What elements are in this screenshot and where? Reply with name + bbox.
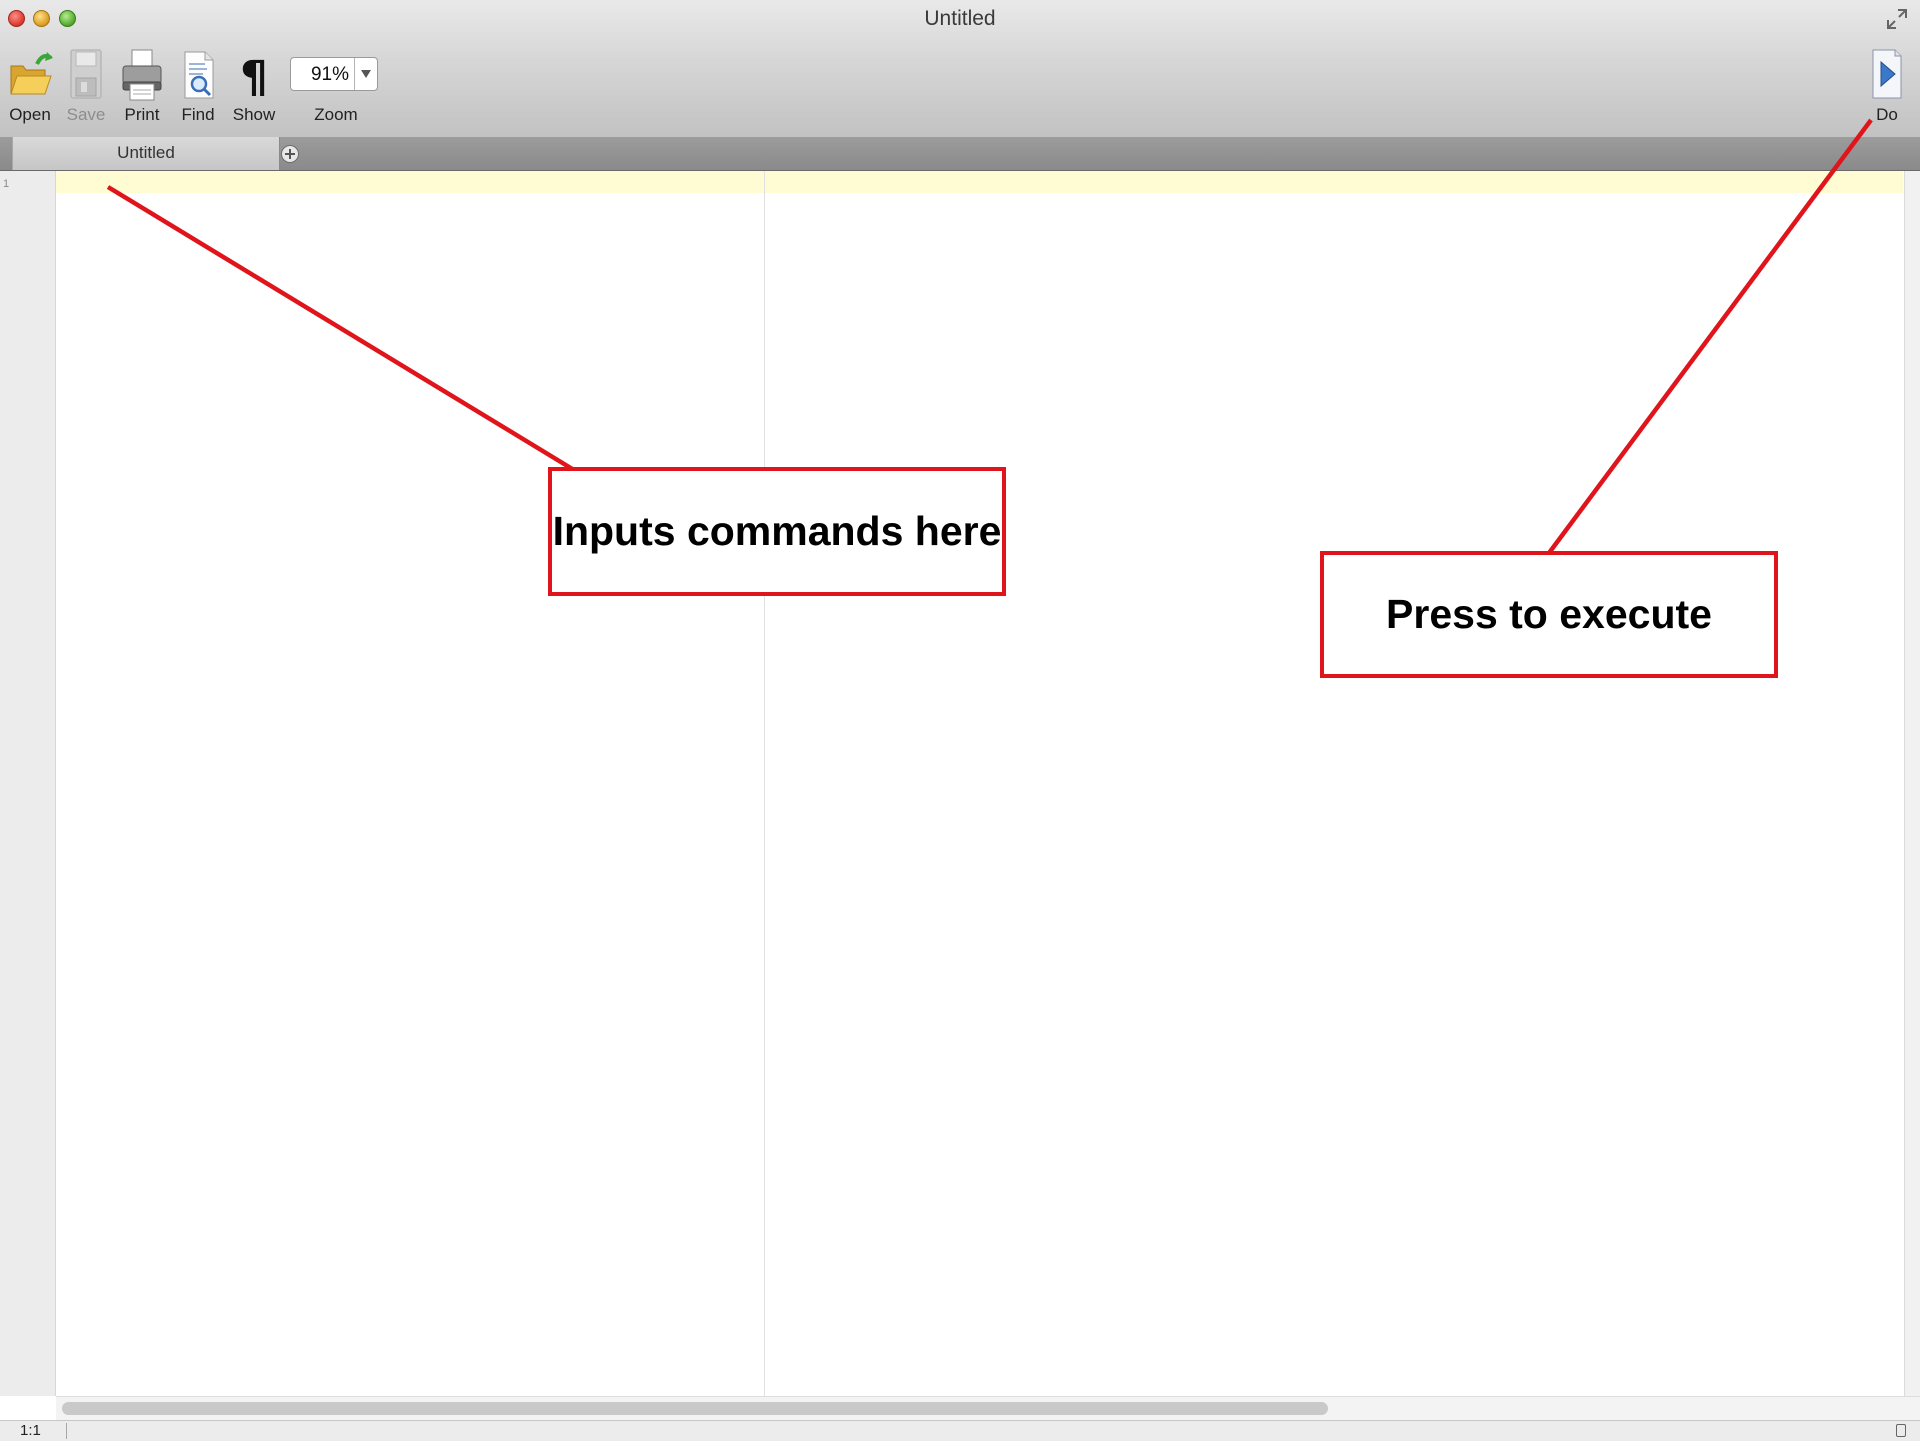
pilcrow-icon: ¶ (240, 52, 268, 102)
execute-callout: Press to execute (1320, 551, 1778, 678)
status-divider (66, 1423, 67, 1439)
command-editor[interactable] (56, 171, 1903, 1396)
window-titlebar: Untitled Open Save Print Find ¶ Show 91%… (0, 0, 1920, 138)
input-callout-text: Inputs commands here (552, 508, 1002, 554)
add-tab-icon[interactable] (281, 145, 299, 163)
tab-label: Untitled (117, 143, 175, 162)
do-label: Do (1876, 105, 1898, 124)
status-bar: 1:1 (0, 1420, 1920, 1441)
chevron-down-icon[interactable] (354, 58, 377, 90)
do-button[interactable]: Do (1857, 48, 1917, 128)
cursor-position: 1:1 (20, 1422, 41, 1439)
show-invisibles-button[interactable]: ¶ Show (224, 48, 284, 128)
current-line-highlight (56, 171, 1903, 193)
line-number: 1 (3, 178, 10, 190)
document-icon[interactable] (1896, 1424, 1906, 1437)
horizontal-scroll-thumb[interactable] (62, 1402, 1328, 1415)
input-callout: Inputs commands here (548, 467, 1006, 596)
floppy-disk-icon (70, 49, 102, 99)
magnifier-document-icon (184, 51, 214, 99)
zoom-label: Zoom (314, 105, 358, 124)
tab-untitled[interactable]: Untitled (12, 137, 280, 170)
horizontal-scrollbar[interactable] (56, 1396, 1920, 1421)
zoom-select[interactable]: 91% (290, 57, 378, 91)
show-label: Show (232, 105, 276, 124)
fullscreen-icon[interactable] (1886, 8, 1908, 30)
printer-icon (122, 49, 162, 101)
vertical-scroll-track[interactable] (1904, 171, 1920, 1396)
play-document-icon (1872, 49, 1902, 99)
execute-callout-text: Press to execute (1386, 591, 1712, 637)
folder-open-icon (10, 52, 53, 95)
page-guide-line (764, 171, 765, 1396)
svg-text:¶: ¶ (240, 52, 268, 102)
zoom-value: 91% (310, 64, 349, 85)
tab-bar: Untitled (0, 137, 1920, 171)
window-title: Untitled (924, 7, 996, 30)
line-number-gutter: 1 (0, 171, 56, 1396)
